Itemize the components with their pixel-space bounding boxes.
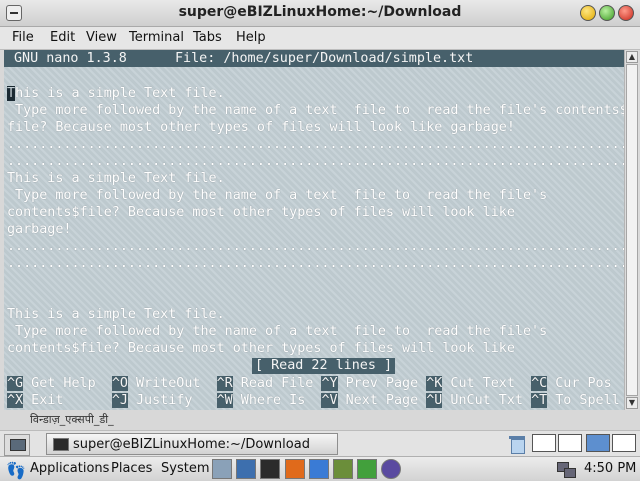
- launcher-calc-icon[interactable]: [357, 459, 377, 479]
- terminal-area[interactable]: GNU nano 1.3.8 File: /home/super/Downloa…: [4, 50, 628, 410]
- scroll-up-icon[interactable]: ▲: [626, 51, 638, 63]
- taskbar-window-button[interactable]: super@eBIZLinuxHome:~/Download: [46, 433, 338, 455]
- launcher-firefox-icon[interactable]: [285, 459, 305, 479]
- panel-menu-system[interactable]: System: [161, 461, 209, 476]
- shortcut-key: ^V: [321, 393, 338, 408]
- shortcut-key: ^O: [111, 376, 128, 391]
- shortcut-row-2: ^X Exit ^J Justify ^W Where Is ^V Next P…: [7, 393, 620, 408]
- window-title: super@eBIZLinuxHome:~/Download: [178, 4, 462, 20]
- launcher-network-icon[interactable]: [212, 459, 232, 479]
- menu-file[interactable]: File: [12, 30, 34, 45]
- main-panel: Applications Places System 4:50 PM: [0, 456, 640, 481]
- nano-header: GNU nano 1.3.8 File: /home/super/Downloa…: [4, 50, 624, 67]
- panel-menu-applications[interactable]: Applications: [30, 461, 109, 476]
- scroll-thumb[interactable]: [626, 64, 638, 396]
- ime-indicator: विन्डाज़_एक्सपी_डी_: [30, 413, 114, 426]
- nano-filename: File: /home/super/Download/simple.txt: [175, 51, 474, 66]
- text-line: This is a simple Text file.: [7, 307, 225, 322]
- text-line: file? Because most other types of files …: [7, 120, 515, 135]
- text-cursor: T: [7, 86, 16, 101]
- launcher-impress-icon[interactable]: [333, 459, 353, 479]
- window-titlebar[interactable]: super@eBIZLinuxHome:~/Download: [0, 0, 640, 27]
- menu-help[interactable]: Help: [236, 30, 266, 45]
- workspace-4[interactable]: [612, 434, 636, 452]
- menu-tabs[interactable]: Tabs: [193, 30, 222, 45]
- text-line: ........................................…: [7, 239, 628, 254]
- close-icon[interactable]: [618, 5, 634, 21]
- network-icon[interactable]: [557, 460, 576, 478]
- show-desktop-icon[interactable]: [4, 434, 30, 456]
- shortcut-key: ^C: [531, 376, 548, 391]
- text-line: contents$file? Because most other types …: [7, 205, 515, 220]
- menu-view[interactable]: View: [86, 30, 117, 45]
- clock[interactable]: 4:50 PM: [584, 461, 636, 476]
- launcher-writer-icon[interactable]: [309, 459, 329, 479]
- text-line: ........................................…: [7, 137, 628, 152]
- shortcut-row-1: ^G Get Help ^O WriteOut ^R Read File ^Y …: [7, 376, 612, 391]
- window-list-panel: super@eBIZLinuxHome:~/Download: [0, 430, 640, 457]
- workspace-3[interactable]: [586, 434, 610, 452]
- scroll-down-icon[interactable]: ▼: [626, 397, 638, 409]
- shortcut-key: ^Y: [321, 376, 338, 391]
- taskbar-window-label: super@eBIZLinuxHome:~/Download: [73, 437, 310, 452]
- maximize-icon[interactable]: [599, 5, 615, 21]
- launcher-monitor-icon[interactable]: [236, 459, 256, 479]
- text-line: ........................................…: [7, 256, 628, 271]
- menu-edit[interactable]: Edit: [50, 30, 75, 45]
- text-line: This is a simple Text file.: [7, 86, 225, 101]
- text-line: This is a simple Text file.: [7, 171, 225, 186]
- nano-status-message: [ Read 22 lines ]: [252, 358, 396, 374]
- shortcut-key: ^J: [111, 393, 128, 408]
- text-line: contents$file? Because most other types …: [7, 341, 515, 356]
- shortcut-key: ^K: [426, 376, 443, 391]
- nano-version: GNU nano 1.3.8: [14, 51, 127, 66]
- trash-icon[interactable]: [508, 434, 526, 454]
- ime-strip: विन्डाज़_एक्सपी_डी_: [0, 411, 640, 429]
- text-line: Type more followed by the name of a text…: [7, 188, 548, 203]
- shortcut-key: ^R: [216, 376, 233, 391]
- minimize-icon[interactable]: [580, 5, 596, 21]
- launcher-globe-icon[interactable]: [381, 459, 401, 479]
- launcher-terminal-icon[interactable]: [260, 459, 280, 479]
- workspace-2[interactable]: [558, 434, 582, 452]
- shortcut-key: ^G: [7, 376, 24, 391]
- shortcut-key: ^T: [531, 393, 548, 408]
- text-line: garbage!: [7, 222, 72, 237]
- gnome-foot-icon: [6, 461, 22, 477]
- text-line: Type more followed by the name of a text…: [7, 103, 628, 118]
- text-line: Type more followed by the name of a text…: [7, 324, 548, 339]
- shortcut-key: ^X: [7, 393, 24, 408]
- shortcut-key: ^U: [426, 393, 443, 408]
- menubar: File Edit View Terminal Tabs Help: [0, 27, 640, 50]
- terminal-scrollbar[interactable]: ▲ ▼: [624, 50, 639, 410]
- menu-terminal[interactable]: Terminal: [129, 30, 184, 45]
- panel-menu-places[interactable]: Places: [111, 461, 152, 476]
- shortcut-key: ^W: [216, 393, 233, 408]
- terminal-icon: [53, 438, 69, 451]
- text-line: ........................................…: [7, 154, 628, 169]
- workspace-1[interactable]: [532, 434, 556, 452]
